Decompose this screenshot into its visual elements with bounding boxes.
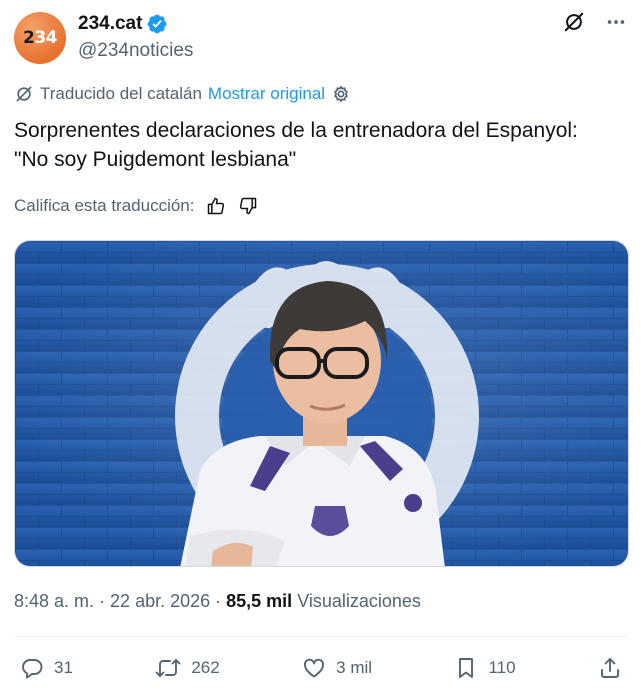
rate-translation-label: Califica esta traducción:: [14, 196, 195, 215]
bookmark-button[interactable]: 110: [454, 656, 516, 680]
like-button[interactable]: 3 mil: [302, 656, 372, 680]
reply-icon: [22, 659, 43, 679]
verified-badge-icon: [148, 14, 167, 34]
author-handle[interactable]: @234noticies: [78, 38, 193, 64]
like-icon: [304, 658, 325, 678]
more-icon[interactable]: [604, 10, 628, 34]
share-icon: [601, 658, 619, 678]
gear-icon[interactable]: [331, 84, 351, 104]
tweet-media-image[interactable]: [14, 240, 629, 567]
bookmark-icon: [459, 658, 474, 678]
repost-icon: [155, 659, 181, 677]
like-count: 3 mil: [336, 658, 373, 677]
header-actions: [562, 10, 628, 34]
divider: [14, 636, 628, 637]
translation-bar: Traducido del catalán Mostrar original: [14, 84, 351, 104]
tweet-time[interactable]: 8:48 a. m.: [14, 591, 94, 611]
show-original-link[interactable]: Mostrar original: [208, 84, 325, 104]
meta-separator: ·: [210, 591, 227, 611]
tweet-header: 2 34 234.cat @234noticies: [14, 8, 628, 64]
rate-translation: Califica esta traducción:: [14, 196, 258, 216]
meta-separator: ·: [94, 591, 111, 611]
repost-button[interactable]: 262: [155, 656, 220, 680]
bookmark-count: 110: [488, 658, 516, 677]
author-names: 234.cat @234noticies: [78, 10, 193, 64]
translation-label: Traducido del catalán: [40, 84, 202, 103]
avatar-text-b: 34: [34, 28, 57, 48]
reply-count: 31: [54, 658, 73, 677]
tweet-date[interactable]: 22 abr. 2026: [110, 591, 210, 611]
author-display-name[interactable]: 234.cat: [78, 13, 142, 35]
tweet-metadata: 8:48 a. m. · 22 abr. 2026 · 85,5 mil Vis…: [14, 591, 421, 612]
thumbs-up-icon[interactable]: [206, 196, 226, 216]
tweet-actions: 31 262 3 mil 110: [20, 652, 622, 684]
translate-icon: [16, 86, 32, 102]
photo-coach-in-front-of-crest: [15, 241, 628, 566]
views-label: Visualizaciones: [292, 591, 421, 611]
tweet-text-line-2: "No soy Puigdemont lesbiana": [14, 148, 297, 171]
reply-button[interactable]: 31: [20, 656, 73, 680]
repost-count: 262: [191, 658, 220, 677]
avatar[interactable]: 2 34: [14, 12, 66, 64]
views-count: 85,5 mil: [226, 591, 293, 611]
tweet-text-line-1: Sorprenentes declaraciones de la entrena…: [14, 119, 578, 142]
grok-icon[interactable]: [562, 10, 586, 34]
share-button[interactable]: [598, 656, 622, 680]
author-display-name-row[interactable]: 234.cat: [78, 10, 193, 38]
avatar-text-a: 2: [22, 28, 35, 48]
thumbs-down-icon[interactable]: [238, 196, 258, 216]
tweet-text: Sorprenentes declaraciones de la entrena…: [14, 116, 626, 174]
